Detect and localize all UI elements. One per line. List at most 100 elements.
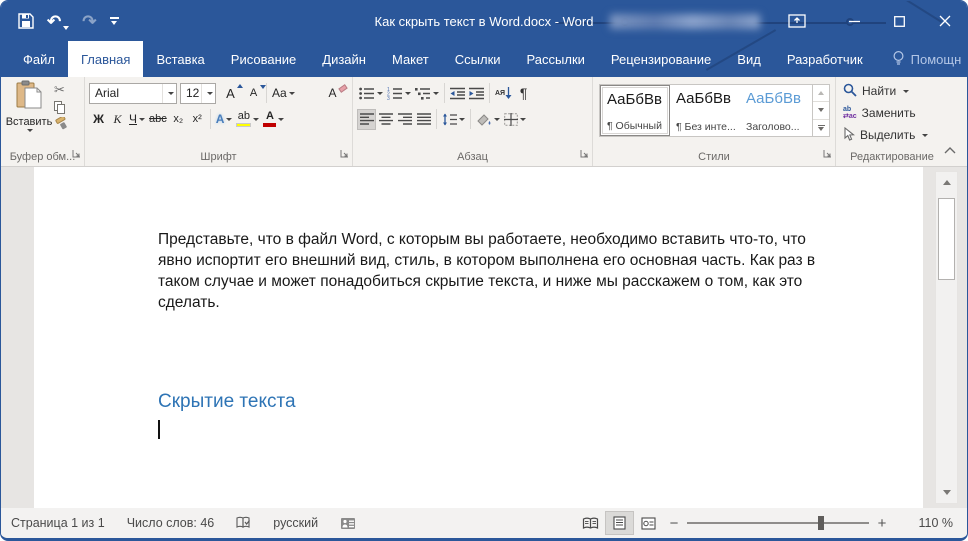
- tell-me-helper[interactable]: Помощн: [882, 41, 968, 77]
- minimize-button[interactable]: [832, 1, 877, 41]
- font-name-dropdown-icon[interactable]: [162, 84, 176, 103]
- page-indicator[interactable]: Страница 1 из 1: [11, 516, 105, 530]
- web-layout-icon[interactable]: [634, 511, 663, 535]
- account-name-blurred[interactable]: [610, 14, 760, 29]
- paragraph-group-label: Абзац: [353, 147, 592, 166]
- clear-formatting-button[interactable]: А: [323, 83, 342, 104]
- styles-scroll-up-icon[interactable]: [813, 85, 829, 102]
- line-spacing-button[interactable]: [440, 109, 467, 130]
- style-normal[interactable]: АаБбВв ¶ Обычный: [600, 85, 670, 136]
- close-button[interactable]: [922, 1, 967, 41]
- sort-button[interactable]: АЯ: [493, 83, 514, 104]
- highlight-color-button[interactable]: ab: [234, 109, 261, 130]
- language-indicator[interactable]: русский: [273, 516, 318, 530]
- style-no-spacing[interactable]: АаБбВв ¶ Без инте...: [670, 85, 740, 136]
- grow-font-button[interactable]: А: [221, 83, 240, 104]
- document-page[interactable]: Представьте, что в файл Word, с которым …: [34, 167, 923, 508]
- word-count[interactable]: Число слов: 46: [127, 516, 215, 530]
- styles-scroll-down-icon[interactable]: [813, 102, 829, 119]
- superscript-button[interactable]: x²: [188, 109, 207, 130]
- select-dropdown-icon[interactable]: [922, 134, 928, 137]
- style-heading1[interactable]: АаБбВв Заголово...: [740, 85, 810, 136]
- scroll-up-icon[interactable]: [937, 173, 956, 192]
- vertical-scrollbar[interactable]: [935, 171, 958, 504]
- select-button[interactable]: Выделить: [836, 124, 948, 146]
- shrink-font-button[interactable]: А: [244, 83, 263, 104]
- zoom-level[interactable]: 110 %: [901, 516, 953, 530]
- bold-button[interactable]: Ж: [89, 109, 108, 130]
- paste-button[interactable]: Вставить: [7, 80, 51, 147]
- multilevel-list-button[interactable]: [413, 83, 441, 104]
- numbering-button[interactable]: 123: [385, 83, 413, 104]
- replace-button[interactable]: ab⇄ac Заменить: [836, 102, 948, 124]
- tab-developer[interactable]: Разработчик: [774, 41, 876, 77]
- font-group: Arial 12 А А Aa: [85, 77, 353, 166]
- save-icon[interactable]: [18, 10, 34, 32]
- ribbon-display-options-icon[interactable]: [788, 14, 806, 28]
- document-heading[interactable]: Скрытие текста: [158, 391, 296, 413]
- show-paragraph-marks-button[interactable]: ¶: [514, 83, 533, 104]
- font-name-combo[interactable]: Arial: [89, 83, 177, 104]
- borders-button[interactable]: [502, 109, 528, 130]
- svg-text:3: 3: [387, 96, 390, 100]
- justify-button[interactable]: [414, 109, 433, 130]
- undo-dropdown-icon[interactable]: [63, 26, 69, 30]
- scrollbar-thumb[interactable]: [938, 198, 955, 280]
- increase-indent-button[interactable]: [467, 83, 486, 104]
- underline-dropdown-icon[interactable]: [139, 118, 145, 121]
- align-center-button[interactable]: [376, 109, 395, 130]
- collapse-ribbon-icon[interactable]: [944, 141, 956, 159]
- decrease-indent-button[interactable]: [448, 83, 467, 104]
- zoom-out-button[interactable]: −: [663, 515, 685, 532]
- text-effects-button[interactable]: А: [214, 109, 235, 130]
- tab-home[interactable]: Главная: [68, 41, 143, 77]
- copy-icon[interactable]: [54, 101, 66, 114]
- read-mode-icon[interactable]: [576, 511, 605, 535]
- paste-dropdown-icon[interactable]: [27, 129, 33, 132]
- format-painter-icon[interactable]: [54, 117, 68, 136]
- tab-insert[interactable]: Вставка: [143, 41, 217, 77]
- print-layout-icon[interactable]: [605, 511, 634, 535]
- shading-button[interactable]: [474, 109, 502, 130]
- cut-icon[interactable]: ✂: [54, 82, 68, 98]
- tab-review[interactable]: Рецензирование: [598, 41, 724, 77]
- italic-button[interactable]: К: [108, 109, 127, 130]
- tab-layout[interactable]: Макет: [379, 41, 442, 77]
- tab-file[interactable]: Файл: [10, 41, 68, 77]
- paragraph-dialog-launcher-icon[interactable]: [580, 149, 589, 161]
- underline-button[interactable]: Ч: [127, 109, 147, 130]
- paragraph-group: 123 АЯ: [353, 77, 593, 166]
- bullets-button[interactable]: [357, 83, 385, 104]
- zoom-in-button[interactable]: +: [871, 515, 893, 532]
- strikethrough-button[interactable]: abc: [147, 109, 169, 130]
- proofing-status-icon[interactable]: [236, 516, 251, 530]
- tab-draw[interactable]: Рисование: [218, 41, 309, 77]
- find-dropdown-icon[interactable]: [903, 90, 909, 93]
- tab-references[interactable]: Ссылки: [442, 41, 514, 77]
- zoom-slider-thumb[interactable]: [818, 516, 824, 530]
- tab-design[interactable]: Дизайн: [309, 41, 379, 77]
- maximize-button[interactable]: [877, 1, 922, 41]
- scroll-down-icon[interactable]: [937, 483, 956, 502]
- document-paragraph[interactable]: Представьте, что в файл Word, с которым …: [158, 229, 826, 313]
- find-button[interactable]: Найти: [836, 80, 948, 102]
- customize-quick-access-icon[interactable]: [110, 17, 119, 25]
- clipboard-dialog-launcher-icon[interactable]: [72, 149, 81, 161]
- font-size-dropdown-icon[interactable]: [201, 84, 215, 103]
- clipboard-group-label: Буфер обм...: [1, 147, 84, 166]
- tab-view[interactable]: Вид: [724, 41, 774, 77]
- subscript-button[interactable]: x₂: [169, 109, 188, 130]
- font-dialog-launcher-icon[interactable]: [340, 149, 349, 161]
- zoom-slider[interactable]: [687, 522, 869, 524]
- font-size-combo[interactable]: 12: [180, 83, 216, 104]
- change-case-button[interactable]: Aa: [270, 83, 297, 104]
- styles-more-icon[interactable]: [813, 120, 829, 136]
- font-color-button[interactable]: А: [261, 109, 286, 130]
- macro-record-icon[interactable]: [340, 517, 356, 530]
- styles-gallery-scrollbar: [812, 85, 829, 136]
- align-right-button[interactable]: [395, 109, 414, 130]
- tab-mailings[interactable]: Рассылки: [514, 41, 598, 77]
- undo-button[interactable]: ↶: [47, 13, 69, 30]
- styles-dialog-launcher-icon[interactable]: [823, 149, 832, 161]
- align-left-button[interactable]: [357, 109, 376, 130]
